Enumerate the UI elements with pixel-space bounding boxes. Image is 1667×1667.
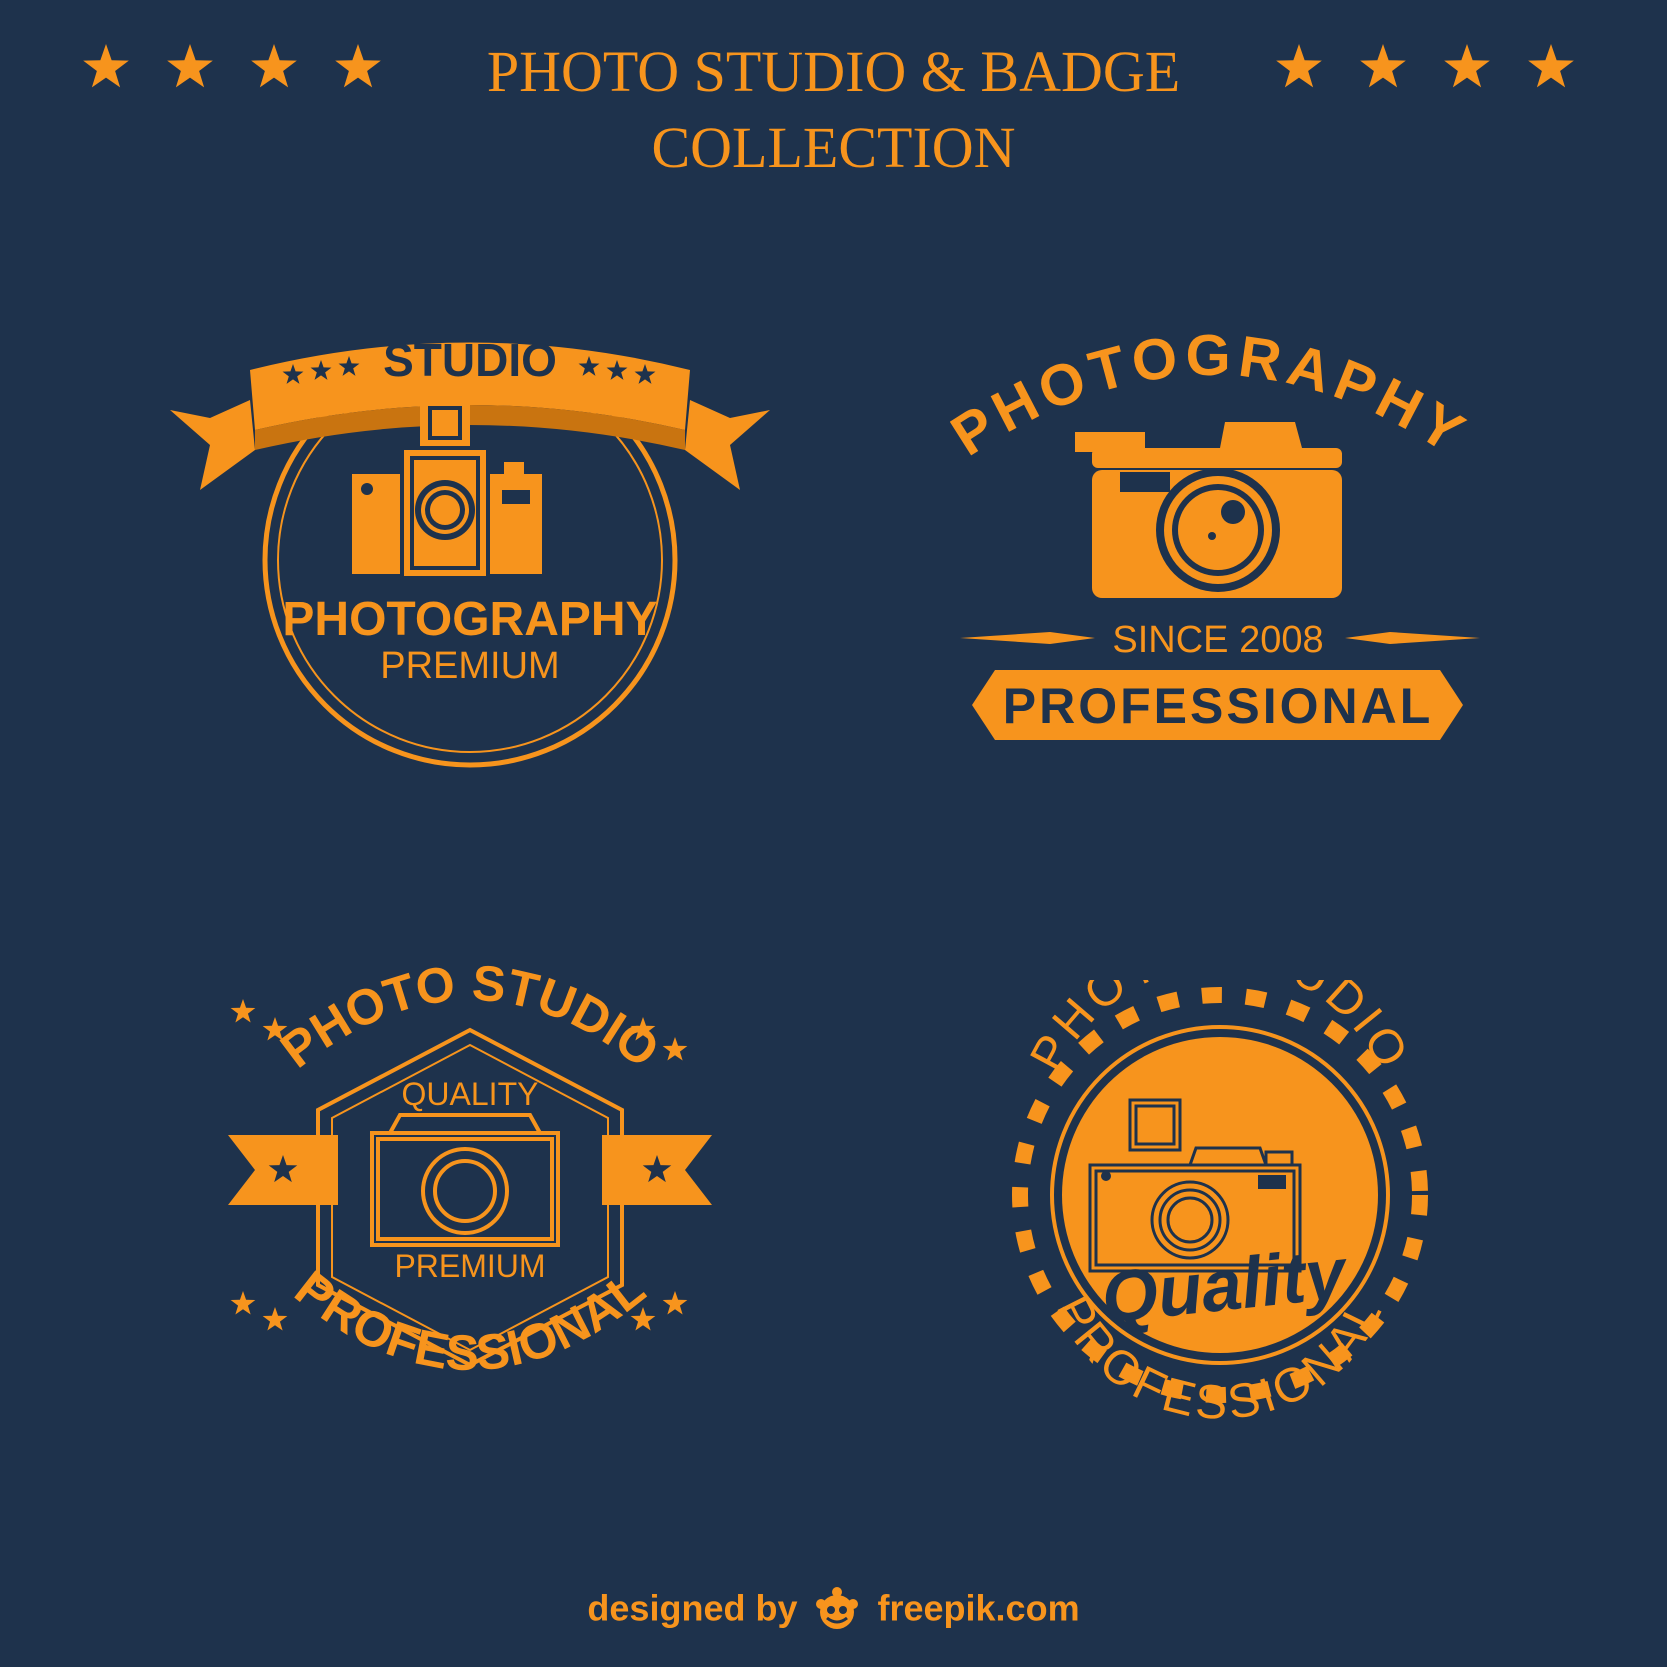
banner-text: PROFESSIONAL [1003, 678, 1433, 734]
badge-sub-text: PREMIUM [380, 645, 559, 687]
since-text: SINCE 2008 [1112, 619, 1323, 661]
badge-bottom-text: PREMIUM [394, 1248, 545, 1284]
footer-designed-by: designed by [587, 1587, 798, 1629]
header: PHOTO STUDIO & BADGE COLLECTION [0, 0, 1667, 200]
header-stars-right [1276, 44, 1574, 88]
freepik-logo-icon [816, 1587, 859, 1630]
star-icon [662, 1291, 688, 1315]
badge-main-text: PHOTOGRAPHY [282, 593, 657, 646]
ribbon-banner [228, 1135, 712, 1205]
badge-arc-text: PHOTOGRAPHY [950, 330, 1480, 469]
badge-photo-studio-hexagon: PHOTO STUDIO QUALITY PREMIUM PROFESSIONA… [228, 955, 712, 1381]
star-icon [262, 1307, 288, 1331]
camera-icon [370, 1113, 560, 1247]
star-icon [1276, 44, 1322, 88]
footer-credit: designed by freepik.com [0, 1585, 1667, 1630]
badge-studio-photography: STUDIO PHOTOGRAPHY PREMIUM [170, 334, 770, 768]
camera-icon [1075, 422, 1342, 598]
star-icon [1528, 44, 1574, 88]
star-icon [230, 999, 256, 1023]
ribbon-text: STUDIO [383, 334, 557, 386]
star-icon [230, 1291, 256, 1315]
divider-right [1345, 632, 1480, 644]
badge-top-text: QUALITY [402, 1076, 539, 1112]
divider-left [960, 632, 1095, 644]
page-title-line2: COLLECTION [651, 115, 1016, 180]
footer-brand: freepik.com [877, 1587, 1080, 1629]
badge-photography-professional: PHOTOGRAPHY SINCE 2008 PROFESSIONAL [950, 330, 1480, 740]
star-icon [1444, 44, 1490, 88]
badge-arc-top-text: PHOTO STUDIO [270, 955, 669, 1079]
badge-quality-circle: PHOTO STUDIO Quality PROFESSIONAL [1012, 980, 1428, 1430]
star-icon [1360, 44, 1406, 88]
star-icon [662, 1037, 688, 1061]
